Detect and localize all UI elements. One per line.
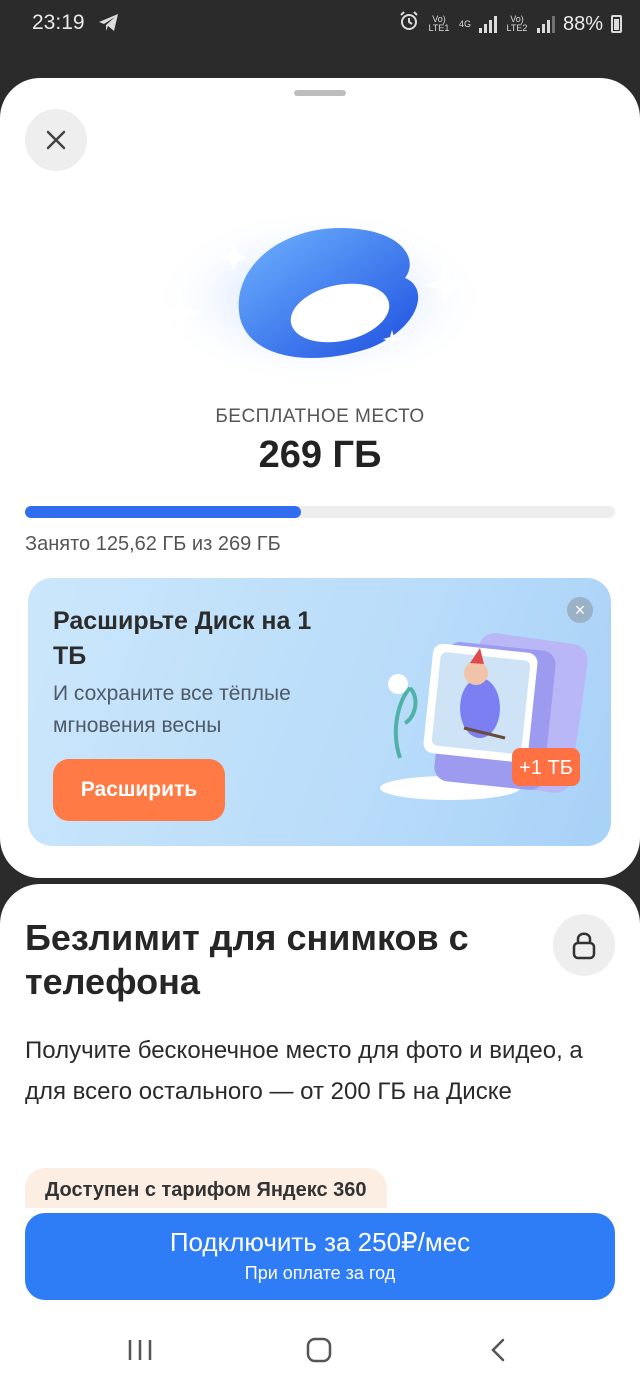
- sim2-label: Vo) LTE2: [506, 14, 528, 33]
- home-icon: [306, 1337, 332, 1363]
- subscribe-button[interactable]: Подключить за 250₽/мес При оплате за год: [25, 1213, 615, 1300]
- free-space-label: БЕСПЛАТНОЕ МЕСТО: [215, 406, 425, 427]
- system-nav-bar: [0, 1310, 640, 1387]
- network-type: 4G: [458, 18, 471, 29]
- sheet-handle[interactable]: [294, 90, 346, 96]
- phone-bird-illustration: +1 ТБ: [380, 633, 588, 800]
- battery-icon: [611, 15, 622, 33]
- free-space-value: 269 ГБ: [258, 434, 382, 476]
- storage-sheet: БЕСПЛАТНОЕ МЕСТО 269 ГБ Занято 125,62 ГБ…: [0, 78, 640, 878]
- alarm-icon: [399, 11, 419, 37]
- signal-1-icon: [478, 15, 497, 33]
- battery-percent: 88%: [562, 12, 603, 35]
- back-button[interactable]: [468, 1330, 528, 1370]
- promo-banner[interactable]: Расширьте Диск на 1 ТБ И сохраните все т…: [28, 578, 611, 846]
- promo-subtitle: И сохраните все тёплые мгновения весны: [53, 682, 291, 737]
- disk-saucer-illustration: [150, 198, 490, 388]
- tariff-chip: Доступен с тарифом Яндекс 360: [25, 1168, 387, 1208]
- lock-icon: [572, 932, 596, 960]
- status-indicators: Vo) LTE1 4G Vo) LTE2 88%: [399, 11, 622, 37]
- close-button[interactable]: [25, 109, 87, 171]
- home-button[interactable]: [289, 1330, 349, 1370]
- sim1-label: Vo) LTE1: [428, 14, 450, 33]
- recent-apps-button[interactable]: [110, 1330, 170, 1370]
- signal-2-icon: [536, 15, 555, 33]
- promo-title: Расширьте Диск на 1 ТБ: [53, 607, 312, 670]
- lock-button[interactable]: [553, 914, 615, 976]
- recent-apps-icon: [128, 1340, 152, 1360]
- back-icon: [491, 1338, 505, 1362]
- promo-badge: +1 ТБ: [519, 757, 573, 779]
- subscribe-main-label: Подключить за 250₽/мес: [169, 1227, 471, 1257]
- unlimited-description: Получите бесконечное место для фото и ви…: [25, 1037, 583, 1105]
- usage-text: Занято 125,62 ГБ из 269 ГБ: [25, 533, 281, 555]
- storage-progress-bar: [25, 506, 615, 518]
- status-bar: 23:19 Vo) LTE1 4G Vo) LTE2 88%: [0, 0, 640, 52]
- storage-progress-fill: [25, 506, 301, 518]
- close-icon: [46, 130, 66, 150]
- expand-button[interactable]: Расширить: [53, 759, 225, 821]
- telegram-icon: [98, 13, 120, 39]
- status-time: 23:19: [32, 11, 85, 34]
- subscribe-sub-label: При оплате за год: [244, 1263, 396, 1283]
- unlimited-title: Безлимит для снимков с телефона: [25, 917, 469, 1002]
